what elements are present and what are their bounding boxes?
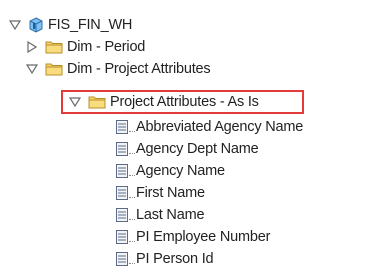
tree-node-label: Agency Dept Name <box>136 141 259 157</box>
folder-icon <box>45 40 63 54</box>
tree-connector <box>129 196 135 198</box>
tree-node-root[interactable]: FIS_FIN_WH <box>8 14 132 36</box>
tree-node-label: FIS_FIN_WH <box>48 17 133 33</box>
tree-node-label: First Name <box>136 185 205 201</box>
tree-node-column[interactable]: Last Name <box>116 204 205 226</box>
tree-node-label: Dim - Project Attributes <box>67 61 211 77</box>
column-icon <box>116 208 128 222</box>
column-icon <box>116 252 128 266</box>
tree-connector <box>129 262 135 264</box>
tree-node-folder-project-attributes-as-is[interactable]: Project Attributes - As Is <box>68 91 259 113</box>
tree-connector <box>129 174 135 176</box>
folder-icon <box>45 62 63 76</box>
presentation-tree: FIS_FIN_WH Dim - Period Dim - Project At… <box>0 0 379 275</box>
expand-triangle-down-icon[interactable] <box>25 62 39 76</box>
tree-node-folder-dim-period[interactable]: Dim - Period <box>25 36 145 58</box>
tree-node-label: Abbreviated Agency Name <box>136 119 304 135</box>
expand-triangle-right-icon[interactable] <box>25 40 39 54</box>
database-cube-icon <box>28 17 44 33</box>
column-icon <box>116 120 128 134</box>
tree-connector <box>129 152 135 154</box>
tree-connector <box>129 240 135 242</box>
tree-connector <box>129 218 135 220</box>
folder-icon <box>88 95 106 109</box>
column-icon <box>116 230 128 244</box>
tree-node-label: Project Attributes - As Is <box>110 94 259 110</box>
column-icon <box>116 164 128 178</box>
column-icon <box>116 186 128 200</box>
tree-node-label: Dim - Period <box>67 39 146 55</box>
tree-node-label: Agency Name <box>136 163 225 179</box>
tree-connector <box>129 130 135 132</box>
tree-node-column[interactable]: PI Employee Number <box>116 226 270 248</box>
column-icon <box>116 142 128 156</box>
tree-node-label: Last Name <box>136 207 205 223</box>
expand-triangle-down-icon[interactable] <box>68 95 82 109</box>
tree-node-folder-dim-project-attributes[interactable]: Dim - Project Attributes <box>25 58 211 80</box>
tree-node-column[interactable]: Abbreviated Agency Name <box>116 116 303 138</box>
expand-triangle-down-icon[interactable] <box>8 18 22 32</box>
tree-node-label: PI Person Id <box>136 251 214 267</box>
tree-node-column[interactable]: PI Person Id <box>116 248 214 270</box>
tree-node-column[interactable]: First Name <box>116 182 205 204</box>
tree-node-column[interactable]: Agency Dept Name <box>116 138 259 160</box>
tree-node-label: PI Employee Number <box>136 229 271 245</box>
tree-node-column[interactable]: Agency Name <box>116 160 225 182</box>
